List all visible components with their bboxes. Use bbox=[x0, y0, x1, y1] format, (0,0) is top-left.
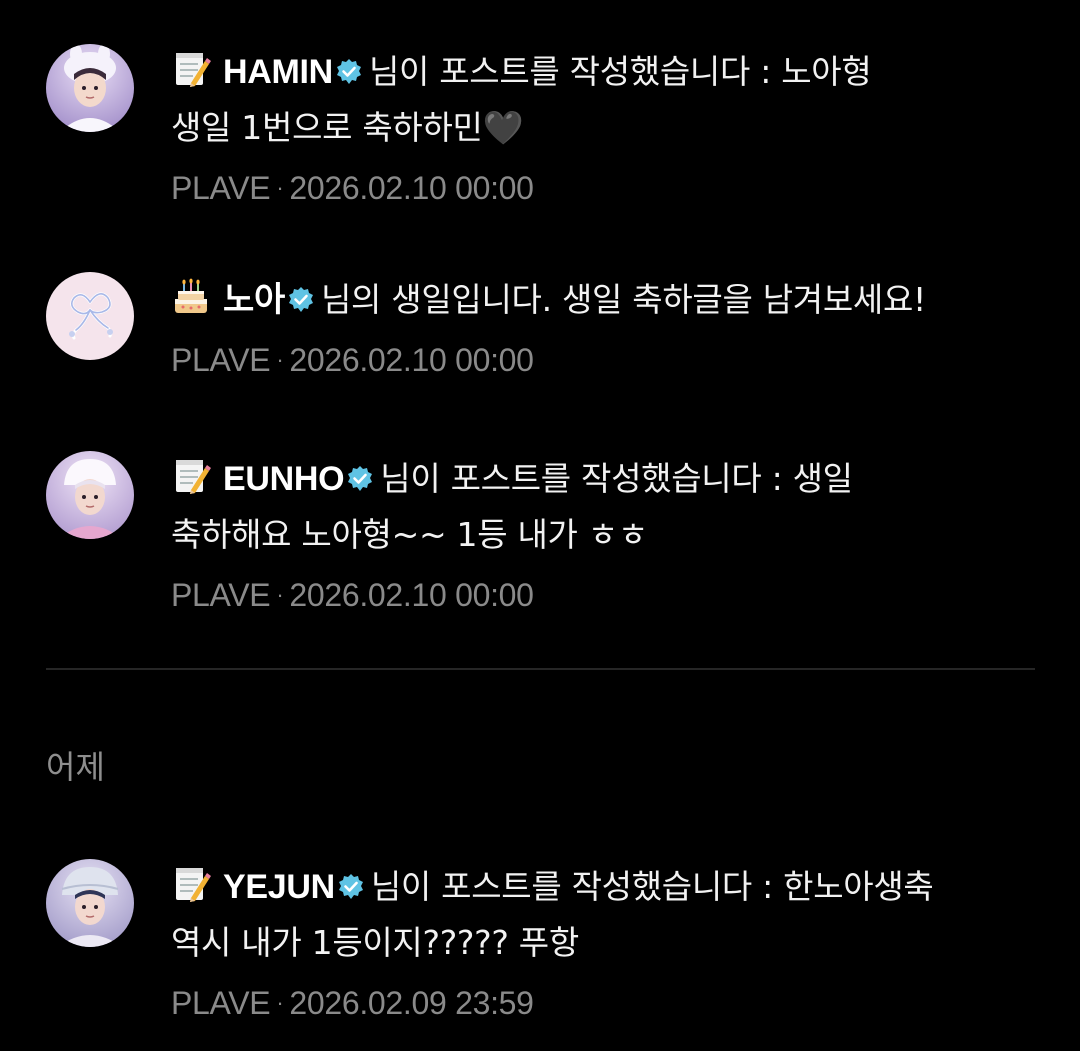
avatar-eunho-icon bbox=[46, 451, 134, 539]
verified-badge-icon bbox=[346, 465, 374, 493]
message-text-line2: 생일 1번으로 축하하민🖤 bbox=[171, 108, 524, 147]
user-name[interactable]: EUNHO bbox=[223, 460, 345, 498]
notification-meta: PLAVE · 2026.02.10 00:00 bbox=[171, 342, 1051, 379]
source-label: PLAVE bbox=[171, 577, 271, 613]
verified-badge-icon bbox=[287, 286, 315, 314]
message-text-line2: 축하해요 노아형~~ 1등 내가 ㅎㅎ bbox=[171, 515, 648, 554]
notification-screen: HAMIN 님이 포스트를 작성했습니다 : 노아형생일 1번으로 축하하민🖤 P… bbox=[0, 0, 1080, 1051]
notification-meta: PLAVE · 2026.02.09 23:59 bbox=[171, 985, 1051, 1022]
timestamp: 2026.02.10 00:00 bbox=[289, 342, 534, 378]
avatar-yejun-icon bbox=[46, 859, 134, 947]
timestamp: 2026.02.09 23:59 bbox=[289, 985, 534, 1021]
memo-icon bbox=[171, 456, 211, 496]
avatar[interactable] bbox=[46, 272, 134, 360]
message-text-line2: 역시 내가 1등이지????? 푸항 bbox=[171, 923, 579, 962]
avatar-noah-logo-icon bbox=[46, 272, 134, 360]
section-divider bbox=[46, 668, 1035, 670]
memo-icon bbox=[171, 864, 211, 904]
message-text: 님이 포스트를 작성했습니다 : 노아형 bbox=[368, 52, 872, 91]
timestamp: 2026.02.10 00:00 bbox=[289, 170, 534, 206]
message-text: 님이 포스트를 작성했습니다 : 생일 bbox=[380, 459, 853, 498]
source-label: PLAVE bbox=[171, 985, 271, 1021]
verified-badge-icon bbox=[337, 873, 365, 901]
user-name[interactable]: 노아 bbox=[223, 281, 285, 319]
user-name[interactable]: HAMIN bbox=[223, 53, 333, 91]
section-header-yesterday: 어제 bbox=[46, 748, 105, 786]
source-label: PLAVE bbox=[171, 170, 271, 206]
user-name[interactable]: YEJUN bbox=[223, 868, 335, 906]
timestamp: 2026.02.10 00:00 bbox=[289, 577, 534, 613]
memo-icon bbox=[171, 49, 211, 89]
avatar[interactable] bbox=[46, 44, 134, 132]
notification-meta: PLAVE · 2026.02.10 00:00 bbox=[171, 577, 1051, 614]
separator: · bbox=[276, 347, 284, 372]
notification-message: YEJUN 님이 포스트를 작성했습니다 : 한노아생축역시 내가 1등이지???… bbox=[171, 859, 1051, 971]
notification-message: 노아 님의 생일입니다. 생일 축하글을 남겨보세요! bbox=[171, 272, 1051, 328]
avatar[interactable] bbox=[46, 451, 134, 539]
notification-meta: PLAVE · 2026.02.10 00:00 bbox=[171, 170, 1051, 207]
verified-badge-icon bbox=[335, 58, 363, 86]
notification-message: EUNHO 님이 포스트를 작성했습니다 : 생일축하해요 노아형~~ 1등 내가… bbox=[171, 451, 1051, 563]
notification-message: HAMIN 님이 포스트를 작성했습니다 : 노아형생일 1번으로 축하하민🖤 bbox=[171, 44, 1051, 156]
separator: · bbox=[276, 990, 284, 1015]
source-label: PLAVE bbox=[171, 342, 271, 378]
avatar-hamin-icon bbox=[46, 44, 134, 132]
separator: · bbox=[276, 582, 284, 607]
message-text: 님이 포스트를 작성했습니다 : 한노아생축 bbox=[370, 867, 934, 906]
separator: · bbox=[276, 175, 284, 200]
birthday-cake-icon bbox=[171, 277, 211, 317]
avatar[interactable] bbox=[46, 859, 134, 947]
message-text: 님의 생일입니다. 생일 축하글을 남겨보세요! bbox=[320, 280, 926, 319]
